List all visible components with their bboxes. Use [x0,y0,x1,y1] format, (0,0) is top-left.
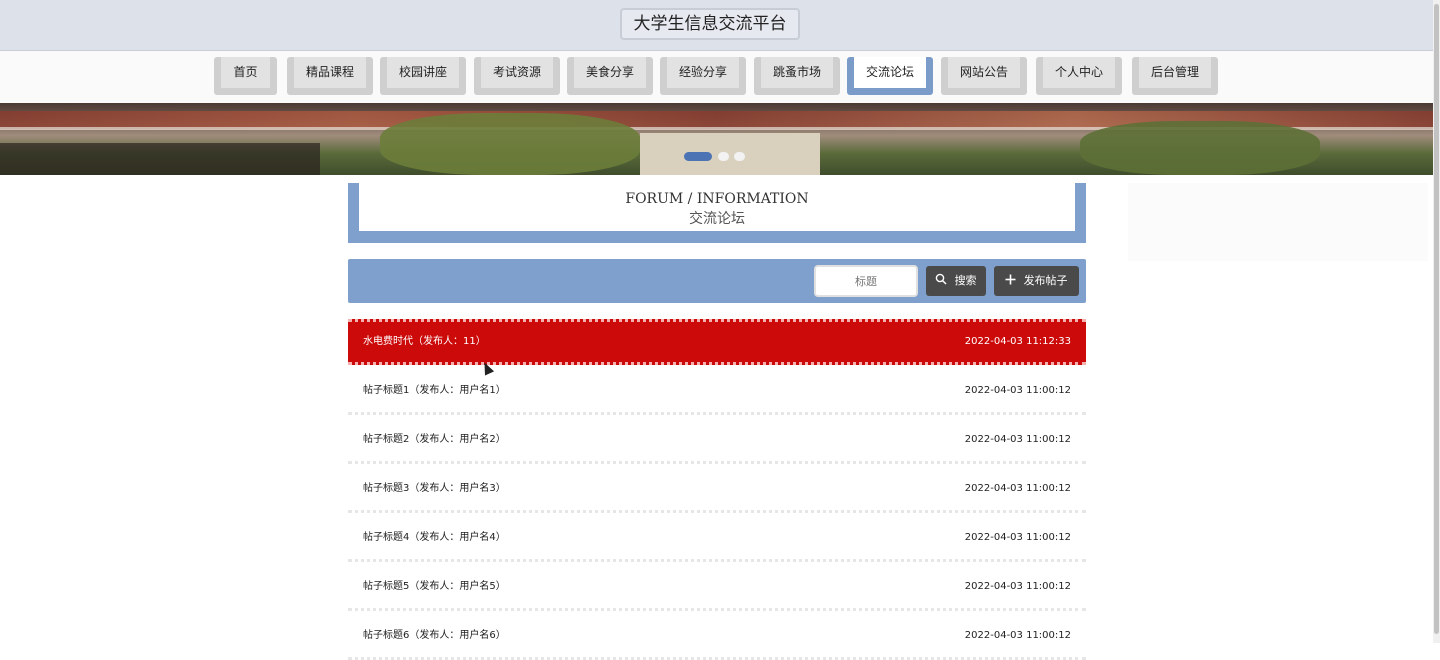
banner-image-part [1080,121,1320,175]
search-icon [935,273,951,288]
post-title[interactable]: 帖子标题6（发布人：用户名6） [363,614,506,658]
banner-image-part [380,113,640,175]
post-title[interactable]: 帖子标题2（发布人：用户名2） [363,418,506,462]
new-post-button[interactable]: 发布帖子 [994,266,1079,296]
post-time: 2022-04-03 11:00:12 [964,581,1071,592]
nav-item-lectures[interactable]: 校园讲座 [380,57,466,95]
post-time: 2022-04-03 11:00:12 [964,434,1071,445]
banner-image-part [640,133,820,175]
carousel-dot-2[interactable] [718,152,729,161]
post-row[interactable]: 帖子标题5（发布人：用户名5） 2022-04-03 11:00:12 [348,565,1086,611]
banner-image-part [0,143,320,175]
nav-item-label: 校园讲座 [387,57,459,88]
nav-item-announcements[interactable]: 网站公告 [941,57,1027,95]
nav-item-label: 首页 [221,57,270,88]
banner-carousel[interactable] [0,103,1433,175]
post-title[interactable]: 水电费时代（发布人：11） [363,322,486,362]
forum-toolbar: 搜索 发布帖子 [348,259,1086,303]
nav-item-label: 考试资源 [481,57,553,88]
side-panel [1128,183,1428,261]
nav-item-label: 跳蚤市场 [761,57,833,88]
carousel-dot-3[interactable] [734,152,745,161]
post-row[interactable]: 帖子标题3（发布人：用户名3） 2022-04-03 11:00:12 [348,467,1086,513]
nav-item-label: 精品课程 [294,57,366,88]
nav-item-label: 后台管理 [1139,57,1211,88]
search-button[interactable]: 搜索 [926,266,986,296]
nav-item-courses[interactable]: 精品课程 [287,57,373,95]
post-row[interactable]: 帖子标题1（发布人：用户名1） 2022-04-03 11:00:12 [348,369,1086,415]
plus-icon [1005,273,1020,288]
nav-item-exams[interactable]: 考试资源 [474,57,560,95]
post-time: 2022-04-03 11:00:12 [964,630,1071,641]
scrollbar-thumb[interactable] [1434,4,1439,634]
search-button-label: 搜索 [954,274,977,287]
post-title[interactable]: 帖子标题3（发布人：用户名3） [363,467,506,511]
nav-item-label: 网站公告 [948,57,1020,88]
nav-item-label: 交流论坛 [854,57,926,88]
post-row[interactable]: 帖子标题2（发布人：用户名2） 2022-04-03 11:00:12 [348,418,1086,464]
nav-item-market[interactable]: 跳蚤市场 [754,57,840,95]
nav-item-label: 个人中心 [1043,57,1115,88]
post-row[interactable]: 帖子标题6（发布人：用户名6） 2022-04-03 11:00:12 [348,614,1086,660]
main-nav: 首页 精品课程 校园讲座 考试资源 美食分享 经验分享 跳蚤市场 交流论坛 网站… [0,51,1433,103]
nav-item-label: 经验分享 [667,57,739,88]
new-post-button-label: 发布帖子 [1023,274,1068,287]
site-title: 大学生信息交流平台 [620,8,800,40]
carousel-dot-1[interactable] [684,152,712,161]
search-input[interactable] [814,265,918,297]
post-time: 2022-04-03 11:00:12 [964,532,1071,543]
nav-item-profile[interactable]: 个人中心 [1036,57,1122,95]
post-row[interactable]: 水电费时代（发布人：11） 2022-04-03 11:12:33 [348,319,1086,365]
post-time: 2022-04-03 11:00:12 [964,385,1071,396]
nav-item-home[interactable]: 首页 [214,57,277,95]
section-title-cn: 交流论坛 [689,211,745,227]
post-row[interactable]: 帖子标题4（发布人：用户名4） 2022-04-03 11:00:12 [348,516,1086,562]
nav-item-forum[interactable]: 交流论坛 [847,57,933,95]
nav-item-experience[interactable]: 经验分享 [660,57,746,95]
post-time: 2022-04-03 11:00:12 [964,483,1071,494]
section-title-en: FORUM / INFORMATION [625,191,809,207]
section-header: FORUM / INFORMATION 交流论坛 [348,183,1086,243]
nav-item-label: 美食分享 [574,57,646,88]
top-header: 大学生信息交流平台 [0,0,1433,51]
nav-item-food[interactable]: 美食分享 [567,57,653,95]
nav-item-admin[interactable]: 后台管理 [1132,57,1218,95]
post-time: 2022-04-03 11:12:33 [964,336,1071,347]
post-title[interactable]: 帖子标题4（发布人：用户名4） [363,516,506,560]
section-header-inner: FORUM / INFORMATION 交流论坛 [359,183,1075,231]
post-title[interactable]: 帖子标题5（发布人：用户名5） [363,565,506,609]
